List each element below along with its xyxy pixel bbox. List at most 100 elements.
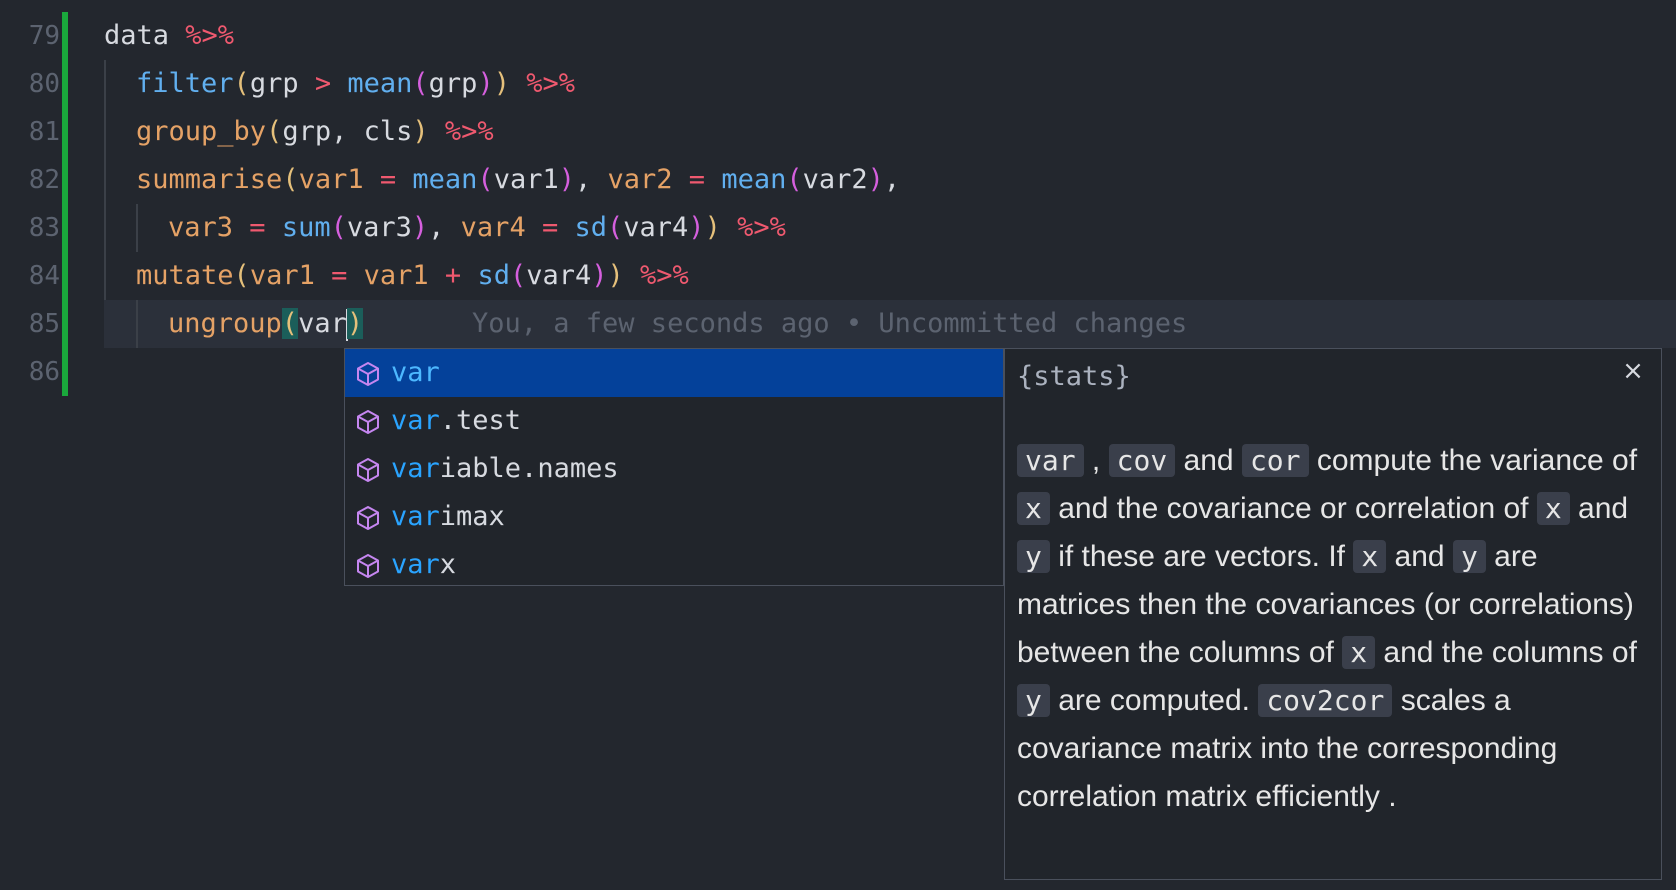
code-line-83[interactable]: var3 = sum(var3), var4 = sd(var4)) %>%	[168, 204, 786, 252]
token: >	[314, 68, 332, 99]
token: (	[330, 212, 347, 243]
git-added-indicator[interactable]	[62, 12, 68, 396]
inline-code: x	[1017, 492, 1050, 525]
indent-guide	[136, 204, 138, 252]
doc-text: and	[1183, 444, 1234, 477]
token: (	[282, 164, 299, 195]
code-line-80[interactable]: filter(grp > mean(grp)) %>%	[136, 60, 575, 108]
pipe-operator: %>%	[444, 116, 494, 147]
token: var1	[363, 260, 429, 291]
token: )	[591, 260, 608, 291]
inline-code: y	[1452, 540, 1486, 573]
token: var3	[168, 212, 234, 243]
token: )	[477, 68, 494, 99]
git-blame-annotation: You, a few seconds ago • Uncommitted cha…	[472, 308, 1188, 339]
suggestion-rest: iable.names	[439, 453, 619, 484]
inline-code: x	[1536, 492, 1570, 525]
token: filter	[136, 68, 234, 99]
token: (	[509, 260, 527, 291]
suggestion-label: varimax	[391, 493, 505, 541]
doc-text: and the columns of	[1383, 636, 1637, 669]
package-icon	[357, 458, 379, 482]
token: grp	[428, 68, 478, 99]
line-number: 83	[28, 213, 60, 243]
autocomplete-list[interactable]: var var.test variable.names varimax varx	[344, 348, 1004, 586]
token: )	[688, 212, 705, 243]
line-number: 79	[28, 21, 60, 51]
inline-code: y	[1017, 684, 1050, 717]
suggestion-item[interactable]: variable.names	[345, 445, 1003, 493]
suggestion-match: var	[391, 357, 440, 388]
token: var1	[298, 164, 364, 195]
token: )	[867, 164, 884, 195]
typed-text: var	[298, 308, 347, 339]
inline-code: cor	[1241, 444, 1309, 477]
token: )	[607, 260, 624, 291]
line-number: 80	[28, 69, 60, 99]
token: =	[525, 212, 575, 243]
token: (	[233, 68, 250, 99]
token: var2	[802, 164, 868, 195]
suggestion-item[interactable]: var.test	[345, 397, 1003, 445]
pipe-operator: %>%	[526, 68, 576, 99]
close-icon[interactable]: ×	[1621, 358, 1645, 384]
token: (	[233, 260, 250, 291]
token: )	[558, 164, 575, 195]
code-line-79[interactable]: data %>%	[104, 12, 234, 60]
suggestion-item[interactable]: var	[345, 349, 1003, 397]
token: (	[786, 164, 803, 195]
token: )	[411, 212, 429, 243]
doc-text: and the covariance or correlation of	[1058, 492, 1529, 525]
token: var1	[493, 164, 559, 195]
suggestion-label: varx	[391, 541, 456, 589]
doc-text: compute the variance of	[1316, 444, 1638, 477]
doc-text: are computed.	[1058, 684, 1250, 717]
suggestion-label: var.test	[391, 397, 521, 445]
token: ungroup	[168, 308, 282, 339]
documentation-text: var , cov and cor compute the variance o…	[1017, 437, 1647, 821]
line-number: 81	[28, 117, 60, 147]
token: ,	[428, 212, 461, 243]
doc-text: and	[1578, 492, 1629, 525]
token: ,	[574, 164, 608, 195]
token: (	[412, 68, 429, 99]
token: (	[607, 212, 624, 243]
token: var1	[249, 260, 315, 291]
line-number: 84	[28, 261, 60, 291]
line-number: 85	[28, 309, 60, 339]
line-number: 86	[28, 357, 60, 387]
token: =	[233, 212, 282, 243]
doc-text: and	[1394, 540, 1445, 573]
token: +	[428, 260, 478, 291]
token: var2	[607, 164, 673, 195]
code-line-85[interactable]: ungroup(var)	[168, 300, 364, 348]
indent-guide	[136, 300, 138, 348]
suggestion-item[interactable]: varx	[345, 541, 1003, 589]
token: summarise	[136, 164, 283, 195]
pipe-operator: %>%	[737, 212, 786, 243]
token: mean	[347, 68, 413, 99]
token: )	[412, 116, 429, 147]
code-line-84[interactable]: mutate(var1 = var1 + sd(var4)) %>%	[136, 252, 689, 300]
pipe-operator: %>%	[640, 260, 689, 291]
code-line-82[interactable]: summarise(var1 = mean(var1), var2 = mean…	[136, 156, 900, 204]
inline-code: x	[1353, 540, 1387, 573]
inline-code: x	[1342, 636, 1376, 669]
package-icon	[357, 410, 379, 434]
doc-text: if these are vectors. If	[1058, 540, 1345, 573]
suggestion-details-panel[interactable]: × {stats} var , cov and cor compute the …	[1004, 348, 1662, 880]
suggestion-match: var	[391, 549, 440, 580]
indent-guide	[104, 60, 106, 300]
token: mutate	[136, 260, 234, 291]
code-line-81[interactable]: group_by(grp, cls) %>%	[136, 108, 494, 156]
package-icon	[357, 362, 379, 386]
token: grp, cls	[282, 116, 413, 147]
token: var4	[623, 212, 689, 243]
token: group_by	[136, 116, 267, 147]
suggestion-item[interactable]: varimax	[345, 493, 1003, 541]
suggestion-rest: imax	[439, 501, 505, 532]
